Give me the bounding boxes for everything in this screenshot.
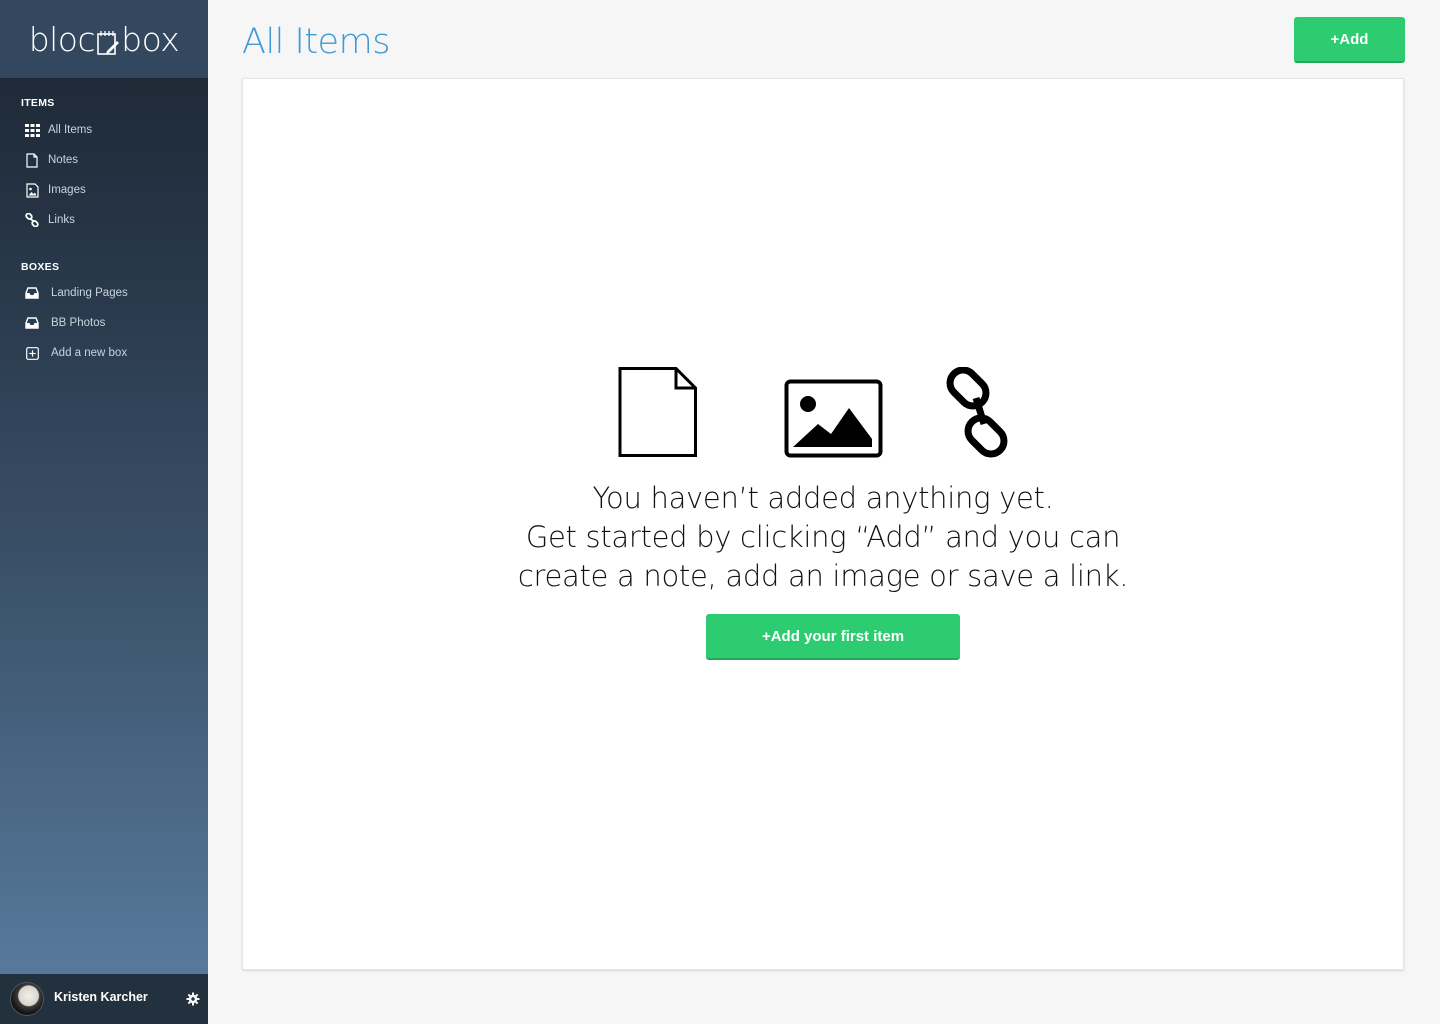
page-title: All Items	[242, 22, 390, 62]
sidebar-item-all-items[interactable]: All Items	[24, 120, 92, 140]
inbox-icon	[24, 315, 40, 331]
link-icon	[24, 212, 40, 228]
gear-icon[interactable]	[186, 992, 200, 1006]
inbox-icon	[24, 285, 40, 301]
sidebar-item-links[interactable]: Links	[24, 210, 75, 230]
plus-square-icon	[24, 345, 40, 361]
image-icon	[24, 182, 40, 198]
empty-state-line-3: create a note, add an image or save a li…	[517, 559, 1129, 593]
user-bar: Kristen Karcher	[0, 974, 208, 1024]
sidebar: bloc box ITEMS All Items Notes Images Li…	[0, 0, 208, 1024]
empty-state-line-2: Get started by clicking “Add” and you ca…	[525, 520, 1121, 554]
sidebar-box-landing-pages[interactable]: Landing Pages	[24, 283, 128, 303]
note-icon	[618, 367, 697, 457]
image-icon	[784, 379, 883, 458]
sidebar-item-label: All Items	[48, 124, 93, 136]
logo: bloc box	[29, 20, 180, 59]
add-button[interactable]: +Add	[1294, 17, 1405, 63]
logo-text-right: box	[121, 19, 180, 59]
empty-state-message: You haven’t added anything yet. Get star…	[243, 479, 1403, 596]
sidebar-add-box[interactable]: Add a new box	[24, 343, 127, 363]
sidebar-box-label: Add a new box	[51, 347, 128, 359]
sidebar-box-label: BB Photos	[51, 317, 106, 329]
sidebar-item-label: Notes	[48, 154, 79, 166]
sidebar-box-label: Landing Pages	[51, 287, 128, 299]
items-panel: You haven’t added anything yet. Get star…	[242, 78, 1404, 970]
user-name[interactable]: Kristen Karcher	[54, 990, 148, 1004]
sidebar-item-label: Images	[48, 184, 86, 196]
boxes-section-label: BOXES	[21, 261, 60, 273]
logo-area[interactable]: bloc box	[0, 0, 208, 78]
notepad-pencil-icon	[97, 26, 120, 55]
logo-text-left: bloc	[28, 19, 96, 59]
empty-state-line-1: You haven’t added anything yet.	[592, 481, 1054, 515]
sidebar-item-label: Links	[48, 214, 75, 226]
note-icon	[24, 152, 40, 168]
items-section-label: ITEMS	[21, 97, 55, 109]
sidebar-item-images[interactable]: Images	[24, 180, 86, 200]
grid-icon	[24, 122, 40, 138]
link-icon	[946, 367, 1008, 458]
sidebar-item-notes[interactable]: Notes	[24, 150, 78, 170]
add-first-item-button[interactable]: +Add your first item	[706, 614, 960, 660]
empty-state-icons	[243, 367, 1403, 459]
avatar[interactable]	[10, 982, 44, 1016]
sidebar-box-bb-photos[interactable]: BB Photos	[24, 313, 105, 333]
